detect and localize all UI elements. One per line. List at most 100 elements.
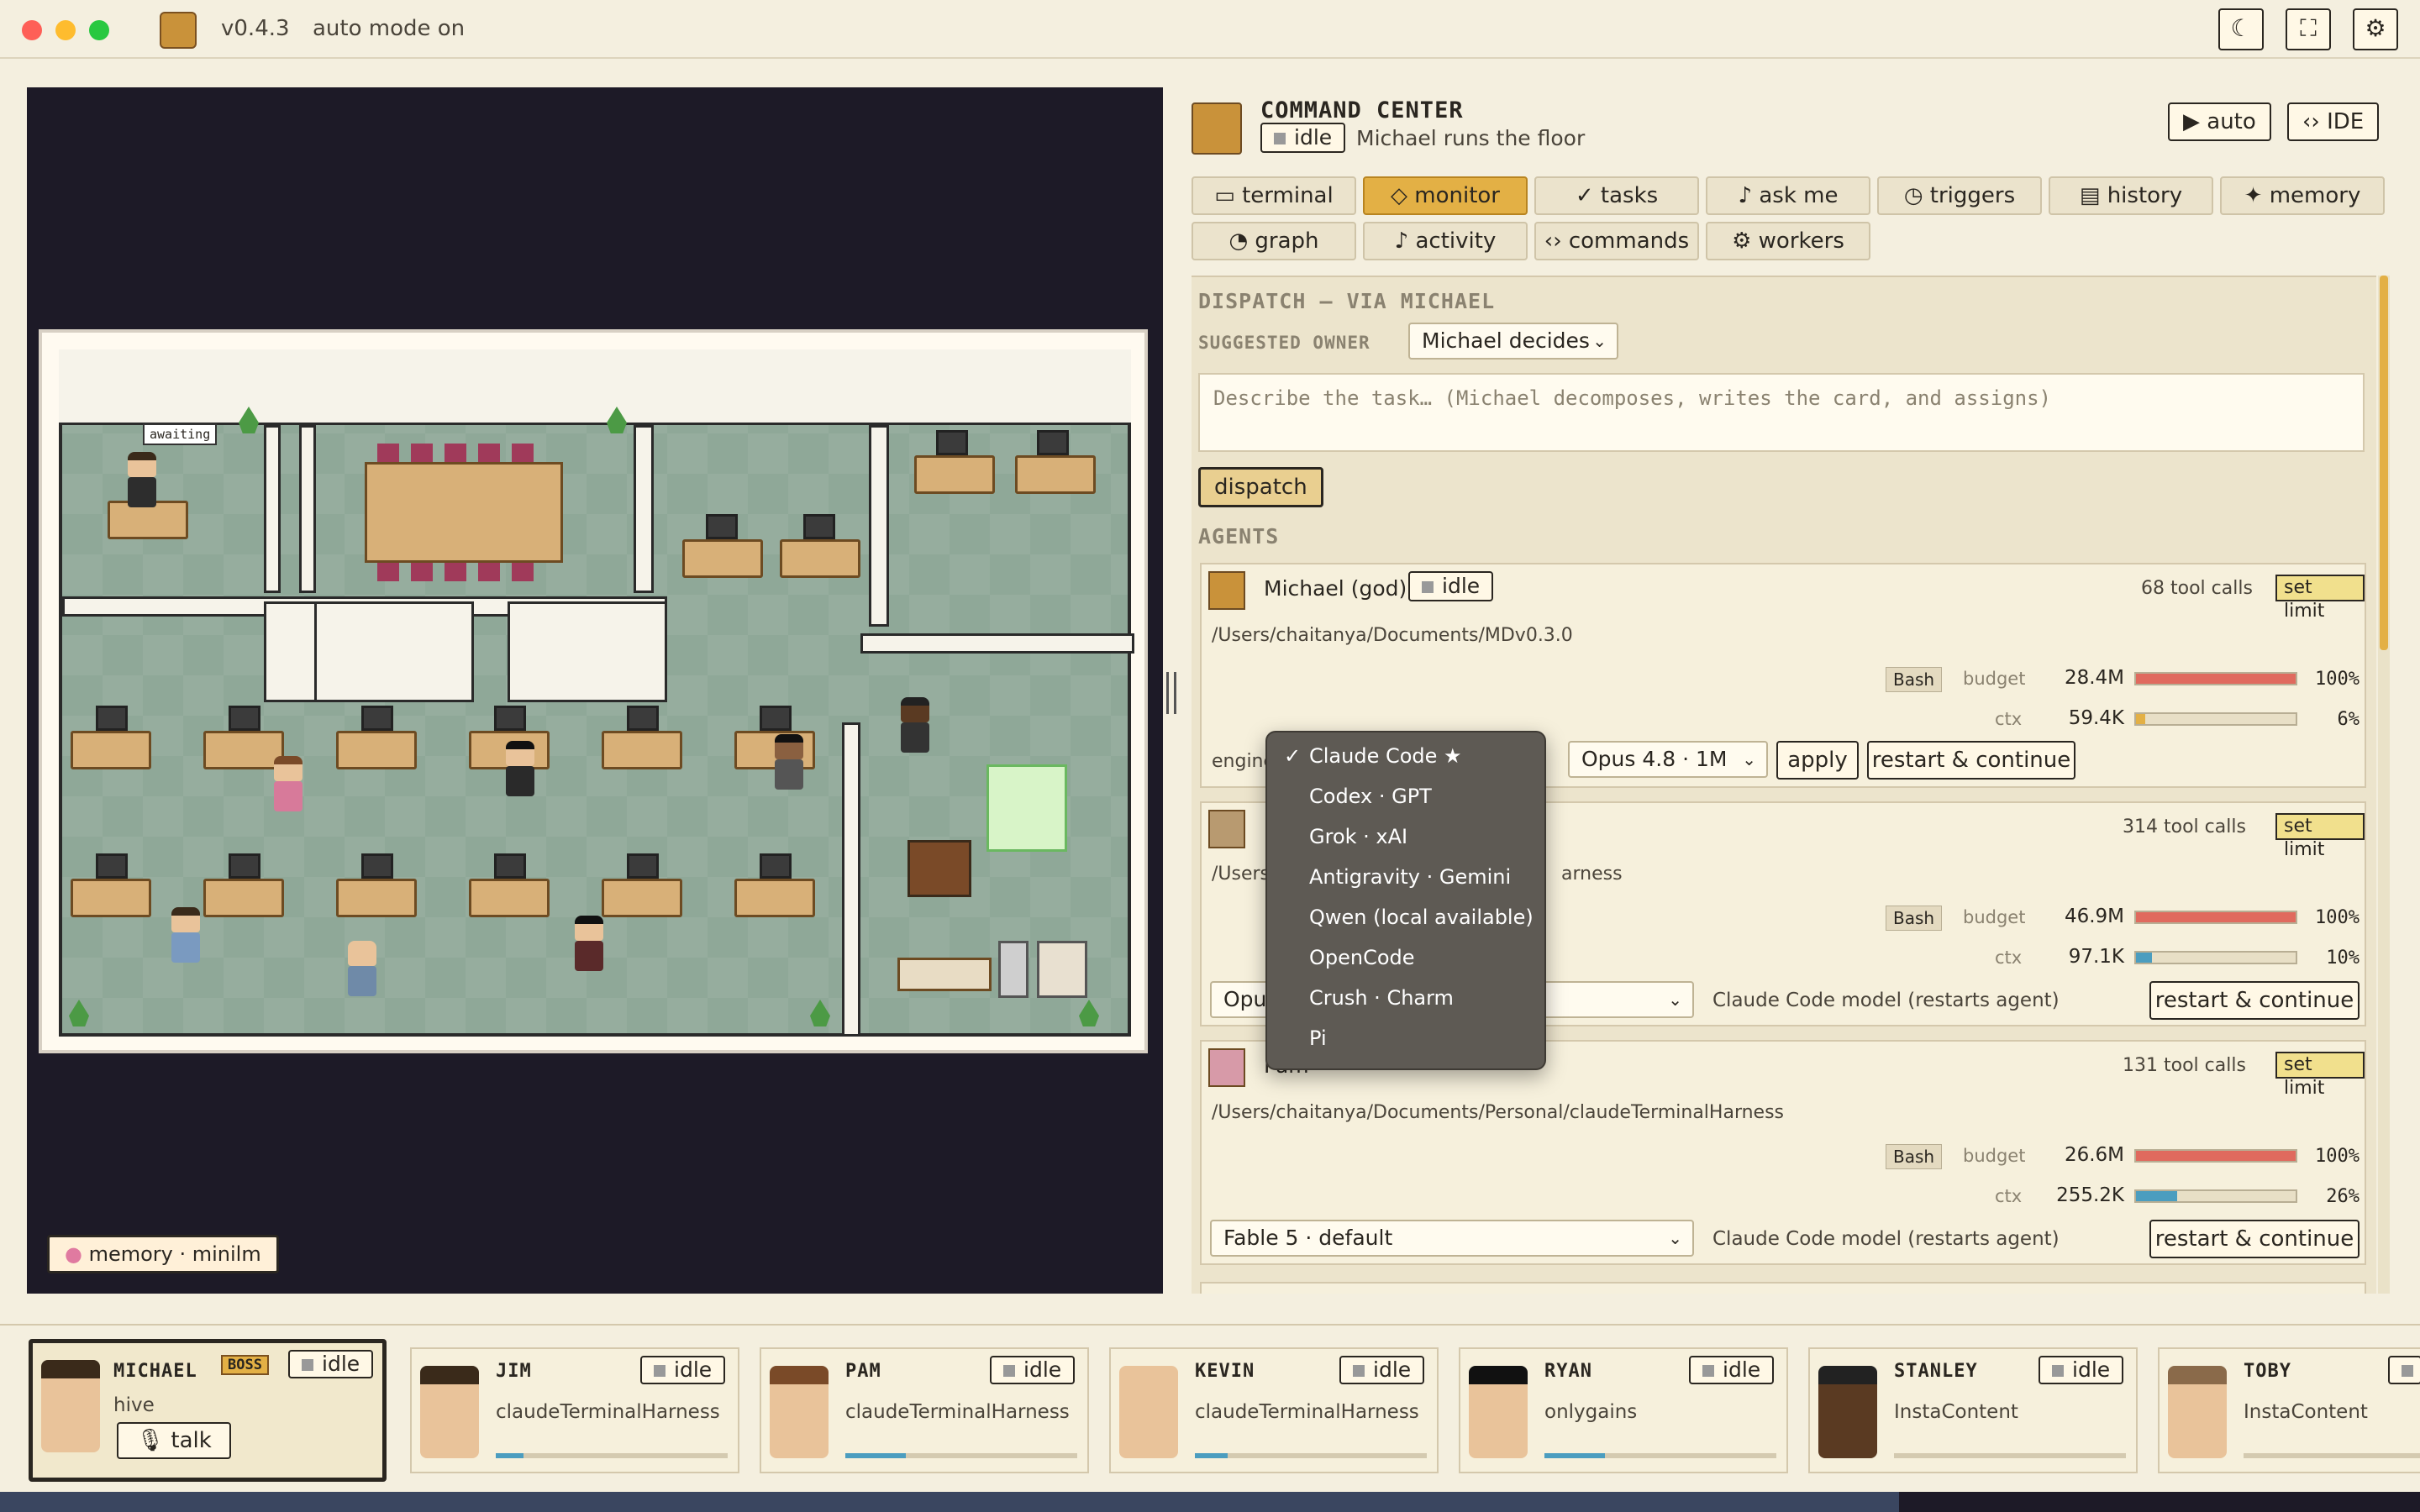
set-limit-button[interactable]: set limit xyxy=(2275,813,2365,860)
engine-option-grok[interactable]: Grok · xAI xyxy=(1309,825,1407,848)
restart-continue-button[interactable]: restart & continue xyxy=(2149,1220,2360,1258)
title-bar: v0.4.3 auto mode on ☾ ⛶ ⚙ xyxy=(0,0,2420,59)
tab-workers[interactable]: ⚙ workers xyxy=(1706,222,1870,260)
stanley-portrait xyxy=(1818,1366,1877,1458)
agent-tile-michael[interactable]: MICHAEL BOSS idle hive 🎙 talk xyxy=(29,1339,387,1482)
tab-graph[interactable]: ◔ graph xyxy=(1192,222,1356,260)
agent-tile-name: PAM xyxy=(845,1361,881,1382)
apply-button[interactable]: apply xyxy=(1776,741,1859,780)
memory-chip-label: memory · minilm xyxy=(88,1242,261,1266)
desk xyxy=(203,879,284,917)
desk xyxy=(71,731,151,769)
talk-button[interactable]: 🎙 talk xyxy=(117,1422,231,1459)
status-label: idle xyxy=(1023,1357,1062,1382)
agent-tile-name: STANLEY xyxy=(1894,1361,1978,1382)
dark-mode-button[interactable]: ☾ xyxy=(2218,8,2264,50)
agent-strip-scrollbar[interactable] xyxy=(0,1492,2420,1512)
worker-sprite[interactable] xyxy=(506,741,534,796)
scrollbar-thumb[interactable] xyxy=(0,1492,1899,1512)
owner-select[interactable]: Michael decides ⌄ xyxy=(1408,323,1618,360)
engine-option-claude-code[interactable]: Claude Code ★ xyxy=(1309,744,1462,768)
agent-tile-pam[interactable]: PAM idle claudeTerminalHarness xyxy=(760,1347,1089,1473)
engine-option-pi[interactable]: Pi xyxy=(1309,1026,1327,1050)
status-square-icon xyxy=(2052,1365,2064,1377)
dispatch-button[interactable]: dispatch xyxy=(1198,467,1323,507)
jim-sprite[interactable] xyxy=(171,907,200,963)
engine-option-crush[interactable]: Crush · Charm xyxy=(1309,986,1454,1010)
tab-ask-me[interactable]: ♪ ask me xyxy=(1706,176,1870,215)
tab-terminal[interactable]: ▭ terminal xyxy=(1192,176,1356,215)
agent-tile-kevin[interactable]: KEVIN idle claudeTerminalHarness xyxy=(1109,1347,1439,1473)
owner-label: SUGGESTED OWNER xyxy=(1198,333,1370,353)
engine-option-codex[interactable]: Codex · GPT xyxy=(1309,785,1432,808)
tab-activity[interactable]: ♪ activity xyxy=(1363,222,1528,260)
restart-continue-button[interactable]: restart & continue xyxy=(1867,741,2075,780)
engine-option-qwen[interactable]: Qwen (local available) xyxy=(1309,906,1534,929)
pam-sprite[interactable] xyxy=(274,756,302,811)
tab-label: triggers xyxy=(1929,183,2016,208)
brain-icon: ● xyxy=(65,1242,82,1266)
tab-history[interactable]: ▤ history xyxy=(2049,176,2213,215)
monitor xyxy=(361,853,393,879)
close-window-button[interactable] xyxy=(22,20,42,40)
status-label: idle xyxy=(1723,1357,1761,1382)
tab-memory[interactable]: ✦ memory xyxy=(2220,176,2385,215)
model-select[interactable]: Opus 4.8 · 1M ⌄ xyxy=(1568,741,1768,778)
michael-sprite[interactable] xyxy=(128,452,156,507)
ide-button[interactable]: ‹› IDE xyxy=(2287,102,2380,141)
conference-chairs xyxy=(377,563,545,581)
agent-card-pam: Pam 131 tool calls set limit /Users/chai… xyxy=(1200,1040,2366,1265)
status-label: idle xyxy=(322,1352,360,1376)
desk xyxy=(336,731,417,769)
tab-tasks[interactable]: ✓ tasks xyxy=(1534,176,1699,215)
ryan-sprite[interactable] xyxy=(575,916,603,971)
status-square-icon xyxy=(1422,581,1434,593)
app-avatar-icon xyxy=(160,12,197,49)
panel-splitter[interactable] xyxy=(1166,672,1176,714)
toby-portrait xyxy=(2168,1366,2227,1458)
bell-icon: ♪ xyxy=(1738,183,1753,208)
doc-icon: ▤ xyxy=(2079,183,2101,208)
restart-continue-button[interactable]: restart & continue xyxy=(2149,981,2360,1020)
task-description-input[interactable]: Describe the task… (Michael decomposes, … xyxy=(1198,373,2365,452)
agent-tile-toby[interactable]: TOBY InstaContent xyxy=(2158,1347,2420,1473)
fullscreen-button[interactable]: ⛶ xyxy=(2286,8,2331,50)
scrollbar-thumb[interactable] xyxy=(2380,276,2388,650)
set-limit-button[interactable]: set limit xyxy=(2275,1052,2365,1099)
desk xyxy=(1015,455,1096,494)
engine-option-antigravity[interactable]: Antigravity · Gemini xyxy=(1309,865,1511,889)
desk xyxy=(602,879,682,917)
tab-label: graph xyxy=(1255,228,1319,254)
tab-monitor[interactable]: ◇ monitor xyxy=(1363,176,1528,215)
tab-triggers[interactable]: ◷ triggers xyxy=(1877,176,2042,215)
set-limit-button[interactable]: set limit xyxy=(2275,575,2365,622)
agent-tile-stanley[interactable]: STANLEY idle InstaContent xyxy=(1808,1347,2138,1473)
stanley-sprite[interactable] xyxy=(901,697,929,753)
memory-status-chip[interactable]: ● memory · minilm xyxy=(47,1235,279,1273)
kevin-sprite[interactable] xyxy=(348,941,376,996)
panel-scrollbar[interactable] xyxy=(2378,276,2390,1294)
auto-button[interactable]: ▶ auto xyxy=(2168,102,2271,141)
agent-tile-jim[interactable]: JIM idle claudeTerminalHarness xyxy=(410,1347,739,1473)
agent-tile-project: InstaContent xyxy=(1894,1401,2018,1423)
ctx-percent: 26% xyxy=(2326,1186,2360,1207)
worker-sprite[interactable] xyxy=(775,734,803,790)
awaiting-speech-bubble: awaiting xyxy=(143,423,218,445)
zoom-window-button[interactable] xyxy=(89,20,109,40)
tab-commands[interactable]: ‹› commands xyxy=(1534,222,1699,260)
pillar xyxy=(869,425,889,627)
agent-progress-bar xyxy=(1544,1453,1776,1458)
pam-portrait xyxy=(770,1366,829,1458)
office-map: awaiting xyxy=(39,329,1148,1053)
office-game-view[interactable]: awaiting ● memory · minilm xyxy=(27,87,1163,1294)
minimize-window-button[interactable] xyxy=(55,20,76,40)
model-value: Fable 5 · default xyxy=(1223,1226,1393,1250)
agent-tile-status: idle xyxy=(640,1356,726,1384)
plant-icon xyxy=(69,1000,89,1026)
agent-tile-ryan[interactable]: RYAN idle onlygains xyxy=(1459,1347,1788,1473)
model-select[interactable]: Fable 5 · default ⌄ xyxy=(1210,1220,1694,1257)
settings-button[interactable]: ⚙ xyxy=(2353,8,2398,50)
shelf xyxy=(1037,941,1087,998)
engine-option-opencode[interactable]: OpenCode xyxy=(1309,946,1415,969)
app-version: v0.4.3 xyxy=(221,16,290,41)
